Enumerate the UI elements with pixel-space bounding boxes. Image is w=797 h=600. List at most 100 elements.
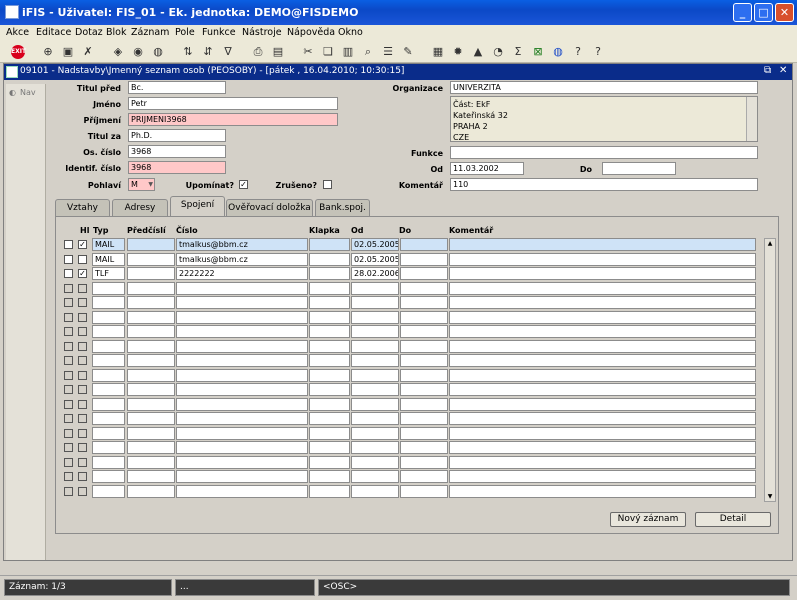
pohlavi-select[interactable]: M ▼ [128, 178, 155, 191]
close-button[interactable]: ✕ [775, 3, 794, 22]
row-primary-checkbox[interactable] [64, 385, 73, 394]
row-klapka-cell[interactable] [309, 441, 350, 454]
row-do-cell[interactable] [400, 354, 448, 367]
context-help-icon[interactable]: ? [590, 44, 606, 60]
scroll-down-icon[interactable]: ▼ [765, 493, 775, 500]
row-klapka-cell[interactable] [309, 426, 350, 440]
row-komentar-cell[interactable] [449, 426, 756, 440]
row-komentar-cell[interactable] [449, 354, 756, 367]
delete-icon[interactable]: ✗ [80, 44, 96, 60]
row-primary-checkbox[interactable] [64, 414, 73, 423]
row-od-cell[interactable]: 02.05.2005 [351, 238, 399, 251]
row-od-cell[interactable] [351, 296, 399, 309]
preview-icon[interactable]: ▤ [270, 44, 286, 60]
row-komentar-cell[interactable] [449, 252, 756, 266]
row-primary-checkbox[interactable] [64, 269, 73, 278]
row-komentar-cell[interactable] [449, 368, 756, 382]
row-do-cell[interactable] [400, 484, 448, 498]
row-hl-checkbox[interactable] [78, 414, 87, 423]
grid-scrollbar[interactable]: ▲ ▼ [764, 238, 776, 502]
row-od-cell[interactable] [351, 310, 399, 324]
row-primary-checkbox[interactable] [64, 240, 73, 249]
row-klapka-cell[interactable] [309, 325, 350, 338]
row-od-cell[interactable] [351, 354, 399, 367]
row-typ-cell[interactable] [92, 310, 125, 324]
edit-icon[interactable]: ✎ [400, 44, 416, 60]
row-typ-cell[interactable] [92, 325, 125, 338]
row-primary-checkbox[interactable] [64, 341, 73, 351]
menu-akce[interactable]: Akce [6, 27, 29, 38]
row-predcisli-cell[interactable] [127, 325, 175, 338]
novy-zaznam-button[interactable]: Nový záznam [610, 512, 686, 527]
row-klapka-cell[interactable] [309, 397, 350, 411]
row-do-cell[interactable] [400, 397, 448, 411]
exit-icon[interactable]: EXIT [11, 45, 26, 59]
row-cislo-cell[interactable] [176, 354, 308, 367]
organizace-field[interactable]: UNIVERZITA [450, 81, 758, 94]
row-hl-checkbox[interactable] [78, 385, 87, 394]
row-hl-checkbox[interactable] [78, 428, 87, 438]
row-klapka-cell[interactable] [309, 281, 350, 295]
row-do-cell[interactable] [400, 368, 448, 382]
row-predcisli-cell[interactable] [127, 397, 175, 411]
row-od-cell[interactable] [351, 441, 399, 454]
row-cislo-cell[interactable] [176, 426, 308, 440]
row-typ-cell[interactable] [92, 455, 125, 469]
row-typ-cell[interactable] [92, 484, 125, 498]
od-field[interactable]: 11.03.2002 [450, 162, 524, 175]
menu-nastroje[interactable]: Nástroje [242, 27, 282, 38]
row-od-cell[interactable]: 02.05.2005 [351, 252, 399, 266]
prijmeni-field[interactable]: PRIJMENI3968 [128, 113, 338, 126]
row-klapka-cell[interactable] [309, 455, 350, 469]
jmeno-field[interactable]: Petr [128, 97, 338, 110]
row-klapka-cell[interactable] [309, 484, 350, 498]
row-predcisli-cell[interactable] [127, 383, 175, 396]
row-hl-checkbox[interactable] [78, 457, 87, 467]
row-klapka-cell[interactable] [309, 310, 350, 324]
chart-icon[interactable]: ▲ [470, 44, 486, 60]
komentar-field[interactable]: 110 [450, 178, 758, 191]
row-do-cell[interactable] [400, 238, 448, 251]
attachment-icon[interactable]: ◔ [490, 44, 506, 60]
row-cislo-cell[interactable] [176, 383, 308, 396]
row-typ-cell[interactable] [92, 441, 125, 454]
row-klapka-cell[interactable] [309, 238, 350, 251]
row-hl-checkbox[interactable] [78, 312, 87, 322]
save-icon[interactable]: ▣ [60, 44, 76, 60]
row-do-cell[interactable] [400, 455, 448, 469]
row-predcisli-cell[interactable] [127, 238, 175, 251]
row-typ-cell[interactable] [92, 339, 125, 353]
row-predcisli-cell[interactable] [127, 470, 175, 483]
row-od-cell[interactable] [351, 455, 399, 469]
query-run-icon[interactable]: ◉ [130, 44, 146, 60]
scroll-up-icon[interactable]: ▲ [765, 240, 775, 247]
row-primary-checkbox[interactable] [64, 254, 73, 264]
row-komentar-cell[interactable] [449, 441, 756, 454]
row-od-cell[interactable] [351, 412, 399, 425]
row-cislo-cell[interactable] [176, 325, 308, 338]
settings-icon[interactable]: ✹ [450, 44, 466, 60]
row-komentar-cell[interactable] [449, 339, 756, 353]
menu-napoveda[interactable]: Nápověda [287, 27, 335, 38]
row-od-cell[interactable] [351, 325, 399, 338]
row-hl-checkbox[interactable]: ✓ [78, 269, 87, 278]
row-typ-cell[interactable] [92, 354, 125, 367]
row-do-cell[interactable] [400, 325, 448, 338]
row-komentar-cell[interactable] [449, 455, 756, 469]
row-primary-checkbox[interactable] [64, 370, 73, 380]
row-hl-checkbox[interactable] [78, 399, 87, 409]
row-klapka-cell[interactable] [309, 412, 350, 425]
nav-label[interactable]: Nav [20, 88, 36, 97]
row-typ-cell[interactable]: TLF [92, 267, 125, 280]
tab-vztahy[interactable]: Vztahy [55, 199, 110, 216]
row-predcisli-cell[interactable] [127, 339, 175, 353]
row-cislo-cell[interactable] [176, 484, 308, 498]
row-hl-checkbox[interactable] [78, 443, 87, 452]
list-icon[interactable]: ☰ [380, 44, 396, 60]
row-hl-checkbox[interactable]: ✓ [78, 240, 87, 249]
query-icon[interactable]: ◈ [110, 44, 126, 60]
row-klapka-cell[interactable] [309, 267, 350, 280]
row-typ-cell[interactable]: MAIL [92, 252, 125, 266]
row-typ-cell[interactable] [92, 281, 125, 295]
row-do-cell[interactable] [400, 470, 448, 483]
